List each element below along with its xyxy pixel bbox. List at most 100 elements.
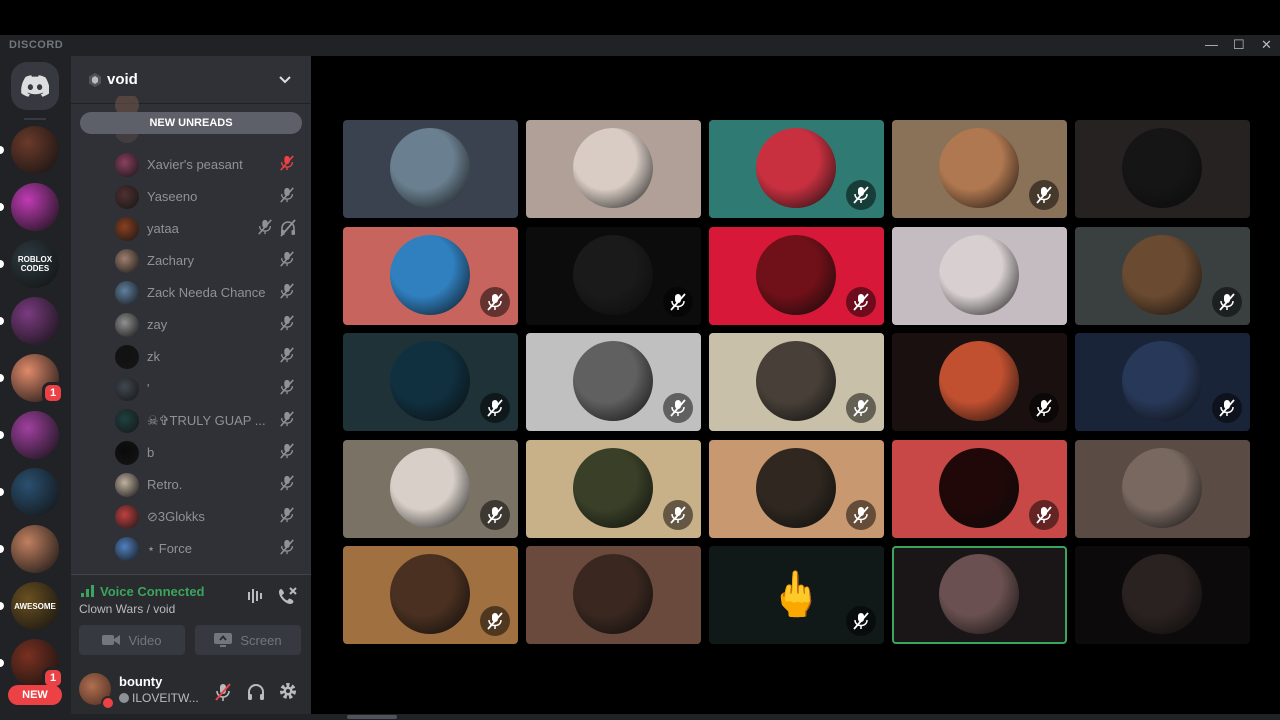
voice-member-item[interactable]: Retro. — [115, 472, 295, 498]
participant-tile[interactable] — [526, 333, 701, 431]
new-button[interactable]: NEW — [8, 685, 62, 705]
server-unread-indicator — [0, 146, 4, 154]
server-icon[interactable]: AWESOME — [11, 582, 59, 630]
voice-member-item[interactable]: Yaseeno — [115, 184, 295, 210]
server-separator — [24, 118, 46, 120]
participant-tile[interactable] — [709, 439, 884, 538]
disconnect-icon[interactable] — [277, 586, 297, 606]
participant-tile[interactable] — [1075, 120, 1250, 218]
server-unread-indicator — [0, 203, 4, 211]
participant-tile[interactable] — [343, 333, 518, 431]
member-name: Zack Needa Chance — [147, 285, 266, 300]
screen-share-button[interactable]: Screen — [195, 625, 301, 655]
headphones-icon[interactable] — [246, 682, 266, 702]
participant-tile[interactable] — [343, 226, 518, 325]
voice-member-item[interactable]: zk — [115, 344, 295, 370]
mic-muted-icon — [853, 399, 869, 417]
mic-muted-icon — [280, 539, 294, 555]
mic-status — [279, 443, 297, 461]
participant-tile[interactable] — [1075, 226, 1250, 325]
participant-tile[interactable] — [343, 546, 518, 644]
server-unread-indicator — [0, 602, 4, 610]
avatar — [115, 441, 139, 465]
home-button[interactable] — [11, 62, 59, 110]
participant-tile[interactable] — [892, 120, 1067, 218]
server-icon[interactable]: ROBLOX CODES — [11, 240, 59, 288]
server-unread-indicator — [0, 545, 4, 553]
participant-tile[interactable] — [343, 439, 518, 538]
participant-tile[interactable] — [892, 439, 1067, 538]
voice-member-item[interactable]: Zack Needa Chance — [115, 280, 295, 306]
minimize-button[interactable]: — — [1205, 37, 1218, 52]
server-icon[interactable] — [11, 183, 59, 231]
participant-tile[interactable]: 🖕 — [709, 546, 884, 644]
voice-member-item[interactable]: ☠✞TRULY GUAP ... — [115, 408, 295, 434]
server-unread-indicator — [0, 488, 4, 496]
maximize-button[interactable]: ☐ — [1233, 37, 1245, 53]
participant-tile[interactable] — [526, 120, 701, 218]
participant-tile[interactable] — [1075, 333, 1250, 431]
video-button[interactable]: Video — [79, 625, 185, 655]
mic-muted-icon — [853, 612, 869, 630]
mic-muted-icon — [280, 379, 294, 395]
participant-tile[interactable] — [1075, 546, 1250, 644]
participant-muted-badge — [1029, 180, 1059, 210]
mute-mic-icon[interactable] — [214, 682, 232, 702]
status-emoji-icon — [119, 693, 129, 703]
participant-tile[interactable] — [526, 546, 701, 644]
noise-suppression-icon[interactable] — [247, 588, 265, 604]
mic-muted-icon — [280, 475, 294, 491]
voice-grid-area: 🖕 — [311, 56, 1280, 720]
close-window-button[interactable]: ✕ — [1261, 37, 1272, 53]
participant-tile[interactable] — [892, 546, 1067, 644]
voice-channel-path[interactable]: Clown Wars / void — [79, 602, 175, 616]
server-icon[interactable] — [11, 297, 59, 345]
mic-muted-icon — [280, 507, 294, 523]
voice-member-item[interactable]: Xavier's peasant — [115, 152, 295, 178]
participant-tile[interactable] — [526, 226, 701, 325]
member-name: ⋆ Force — [147, 541, 192, 556]
chevron-down-icon[interactable] — [279, 75, 291, 85]
participant-tile[interactable] — [709, 120, 884, 218]
participant-tile[interactable] — [526, 439, 701, 538]
bottom-scrollbar[interactable] — [0, 714, 1280, 720]
participant-muted-badge — [663, 286, 693, 317]
voice-member-item[interactable]: b — [115, 440, 295, 466]
participant-avatar — [756, 341, 836, 421]
participant-tile[interactable] — [892, 226, 1067, 325]
voice-connection-panel: Voice Connected Clown Wars / void Video … — [71, 574, 311, 664]
participant-muted-badge — [846, 499, 876, 530]
mic-status — [279, 411, 297, 429]
server-icon[interactable] — [11, 525, 59, 573]
screen-share-icon — [214, 633, 233, 647]
participant-avatar — [939, 128, 1019, 208]
voice-member-item[interactable]: ' — [115, 376, 295, 402]
avatar — [115, 313, 139, 337]
server-icon[interactable] — [11, 126, 59, 174]
participant-tile[interactable] — [343, 120, 518, 218]
voice-member-item[interactable]: ⊘3Glokks — [115, 504, 295, 530]
screen-button-label: Screen — [240, 632, 282, 648]
voice-member-item[interactable]: yataa — [115, 216, 296, 242]
mic-muted-icon — [1219, 292, 1235, 311]
voice-status[interactable]: Voice Connected — [100, 584, 205, 599]
member-name: ' — [147, 381, 150, 396]
participant-tile[interactable] — [709, 226, 884, 325]
server-icon[interactable] — [11, 411, 59, 459]
scrollbar-thumb[interactable] — [347, 715, 397, 719]
voice-member-item[interactable]: Zachary — [115, 248, 295, 274]
participant-tile[interactable] — [709, 333, 884, 431]
participant-avatar — [390, 341, 470, 421]
new-unreads-bar[interactable]: NEW UNREADS — [80, 112, 302, 134]
participant-avatar — [756, 234, 836, 315]
gear-icon[interactable] — [278, 681, 298, 701]
member-name: yataa — [147, 221, 179, 236]
mic-status — [279, 283, 297, 301]
participant-tile[interactable] — [892, 333, 1067, 431]
participant-avatar — [390, 447, 470, 528]
server-icon[interactable] — [11, 468, 59, 516]
voice-member-item[interactable]: zay — [115, 312, 295, 338]
title-bar: DISCORD — ☐ ✕ — [0, 35, 1280, 56]
voice-member-item[interactable]: ⋆ Force — [115, 536, 295, 562]
participant-tile[interactable] — [1075, 439, 1250, 538]
